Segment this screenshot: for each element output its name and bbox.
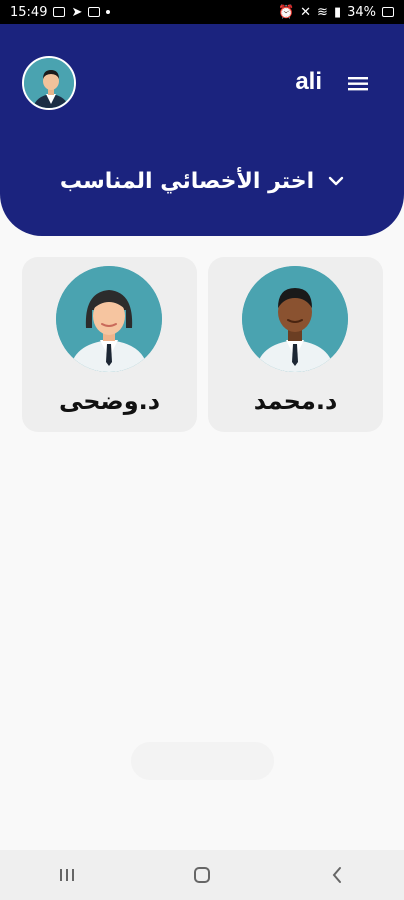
user-avatar[interactable]: [22, 56, 76, 110]
mute-icon: ✕: [300, 4, 312, 20]
laptop-notification-icon: [88, 7, 101, 17]
more-notifications-icon: [106, 10, 111, 14]
doctor-card-mohammed[interactable]: د.محمد: [208, 257, 383, 432]
alarm-icon: ⏰: [277, 4, 295, 20]
specialist-selector[interactable]: اختر الأخصائي المناسب: [0, 164, 404, 198]
doctor-name: د.وضحى: [58, 387, 161, 415]
status-right: ⏰ ✕ ≋ ▮ 34%: [278, 5, 394, 20]
chevron-down-icon: [328, 176, 344, 186]
doctor-name: د.محمد: [253, 387, 338, 415]
status-bar: 15:49 ➤ ⏰ ✕ ≋ ▮ 34%: [0, 0, 404, 24]
male-doctor-avatar-icon: [242, 266, 348, 372]
home-icon: [193, 867, 210, 883]
wifi-icon: ≋: [317, 4, 328, 20]
battery-level: 34%: [347, 4, 376, 20]
gallery-notification-icon: [53, 7, 66, 17]
recent-apps-icon: [60, 869, 75, 881]
system-nav-bar: [0, 850, 404, 900]
back-icon: [332, 867, 341, 883]
specialist-selector-label: اختر الأخصائي المناسب: [59, 168, 315, 194]
signal-icon: ▮: [333, 4, 342, 20]
home-button[interactable]: [180, 860, 224, 890]
female-doctor-avatar-icon: [56, 266, 162, 372]
battery-icon: [382, 7, 394, 17]
telegram-notification-icon: ➤: [71, 4, 83, 20]
back-button[interactable]: [315, 860, 359, 890]
recent-apps-button[interactable]: [45, 860, 89, 890]
user-avatar-icon: [24, 58, 74, 108]
app-header: ali اختر الأخصائي المناسب: [0, 24, 404, 236]
doctor-card-wadha[interactable]: د.وضحى: [22, 257, 197, 432]
status-left: 15:49 ➤: [10, 4, 111, 20]
username-label: ali: [295, 68, 322, 95]
menu-icon[interactable]: [348, 76, 368, 91]
status-time: 15:49: [10, 4, 48, 20]
toast-placeholder: [131, 742, 274, 780]
